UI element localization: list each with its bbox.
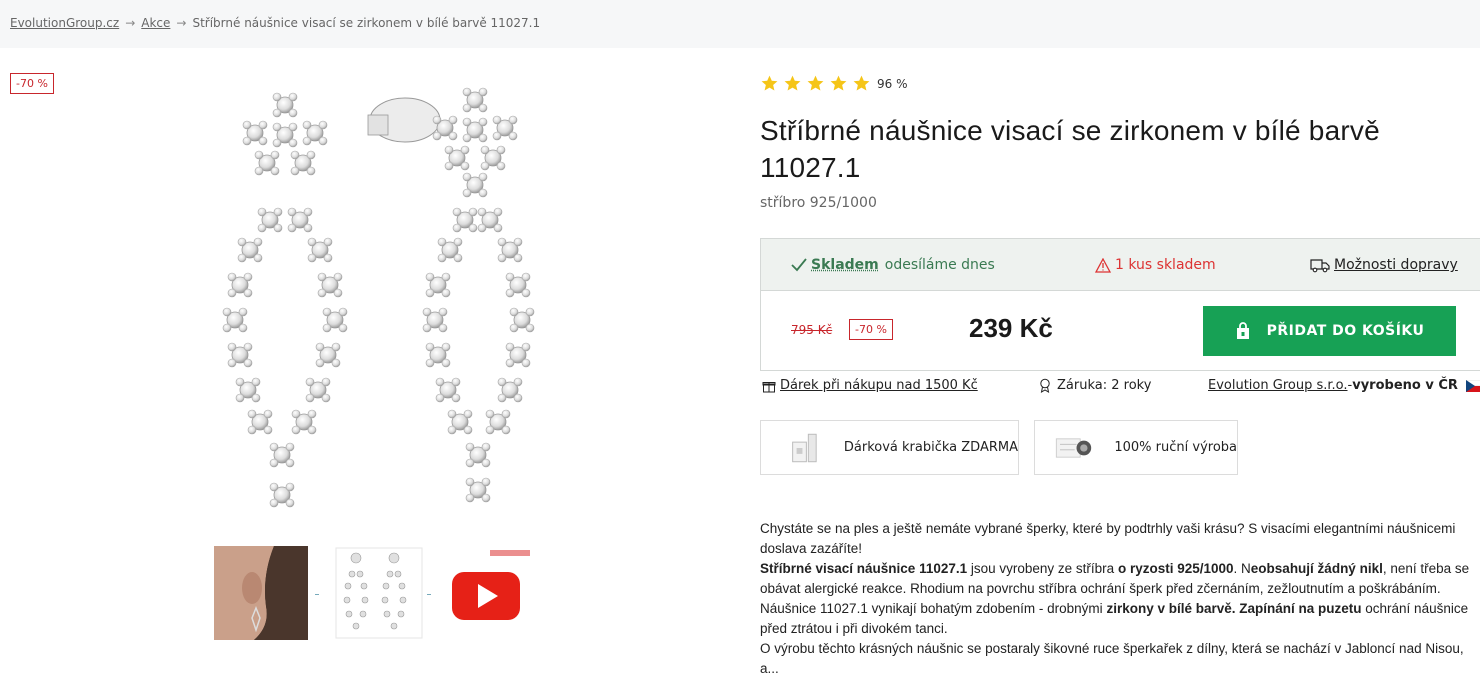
feature-gift-box: Dárková krabička ZDARMA [760,420,1019,475]
page-title: Stříbrné náušnice visací se zirkonem v b… [760,112,1460,186]
description-paragraph: O výrobu těchto krásných náušnic se post… [760,639,1480,679]
description-bold: zirkony v bílé barvě. [1106,601,1235,616]
warranty-info: Záruka: 2 roky [1038,378,1151,393]
shipping-options-label: Možnosti dopravy [1334,257,1458,273]
dispatch-note: odesíláme dnes [885,257,995,273]
manufacturer-link[interactable]: Evolution Group s.r.o. [1208,378,1348,393]
feature-gift-box-label: Dárková krabička ZDARMA [844,440,1018,455]
star-icon [852,74,871,93]
thumbnail-video[interactable] [446,546,540,640]
discount-badge: -70 % [10,73,54,94]
in-stock-label[interactable]: Skladem [811,257,879,273]
star-icon [760,74,779,93]
description-paragraph: Chystáte se na ples a ještě nemáte vybra… [760,519,1480,559]
earrings-image [200,70,560,530]
star-icon [783,74,802,93]
handmade-icon [1049,428,1100,468]
description-bold: o ryzosti 925/1000 [1118,561,1234,576]
description-bold: Stříbrné visací náušnice 11027.1 [760,561,967,576]
product-image[interactable] [200,70,560,530]
availability-row: Skladem odesíláme dnes 1 kus skladem Mož… [761,239,1480,291]
breadcrumb-current: Stříbrné náušnice visací se zirkonem v b… [192,16,540,30]
gift-icon [762,379,776,393]
warranty-label: Záruka: 2 roky [1057,378,1151,393]
description-text: Náušnice 11027.1 vynikají bohatým zdoben… [760,601,1106,616]
thumbnail-model-photo[interactable] [214,546,308,640]
feature-handmade-label: 100% ruční výroba [1114,440,1237,455]
description-bold: Zapínání na puzetu [1239,601,1361,616]
breadcrumb-separator: → [125,16,135,30]
add-to-cart-button[interactable]: PŘIDAT DO KOŠÍKU [1203,306,1456,356]
stock-warning-text: 1 kus skladem [1115,257,1216,273]
award-icon [1038,378,1052,393]
breadcrumb-link-home[interactable]: EvolutionGroup.cz [10,16,119,30]
truck-icon [1310,258,1330,273]
perks-row: Dárek při nákupu nad 1500 Kč Záruka: 2 r… [760,378,1480,398]
thumbnail-separator [427,594,431,595]
material-label: stříbro 925/1000 [760,195,877,211]
feature-handmade: 100% ruční výroba [1034,420,1238,475]
rating: 96 % [760,74,908,93]
earrings-thumb-image [332,546,426,640]
description-text: jsou vyrobeny ze stříbra [967,561,1118,576]
description-text: . N [1234,561,1251,576]
purchase-box: Skladem odesíláme dnes 1 kus skladem Mož… [760,238,1480,371]
youtube-play-icon [446,546,540,640]
price-discount-badge: -70 % [849,319,893,340]
made-in-label: vyrobeno v ČR [1352,378,1458,393]
manufacturer-info: Evolution Group s.r.o. - vyrobeno v ČR [1208,378,1480,393]
product-description: Chystáte se na ples a ještě nemáte vybra… [760,519,1480,679]
old-price: 795 Kč [791,323,832,337]
warning-icon [1095,258,1111,273]
model-ear-image [214,546,308,640]
check-icon [791,258,807,272]
rating-percent: 96 % [877,77,908,91]
current-price: 239 Kč [969,313,1053,344]
shipping-options-link[interactable]: Možnosti dopravy [1310,257,1458,273]
thumbnail-product-photo[interactable] [332,546,426,640]
gift-offer-label: Dárek při nákupu nad 1500 Kč [780,378,978,393]
description-paragraph: Stříbrné visací náušnice 11027.1 jsou vy… [760,559,1480,599]
breadcrumb-bar: EvolutionGroup.cz → Akce → Stříbrné náušnice… [0,0,1480,48]
description-paragraph: Náušnice 11027.1 vynikají bohatým zdoben… [760,599,1480,639]
czech-flag-icon [1466,380,1480,392]
add-to-cart-label: PŘIDAT DO KOŠÍKU [1267,323,1425,339]
star-icon [806,74,825,93]
breadcrumb: EvolutionGroup.cz → Akce → Stříbrné náušnice… [10,16,540,30]
shopping-bag-icon [1235,322,1251,340]
star-icon [829,74,848,93]
breadcrumb-link-akce[interactable]: Akce [141,16,170,30]
gift-offer-link[interactable]: Dárek při nákupu nad 1500 Kč [762,378,978,393]
breadcrumb-separator: → [176,16,186,30]
thumbnail-separator [315,594,319,595]
gift-box-icon [775,428,830,468]
stock-warning: 1 kus skladem [1095,257,1216,273]
in-stock-status: Skladem odesíláme dnes [791,257,995,273]
description-bold: eobsahují žádný nikl [1251,561,1383,576]
